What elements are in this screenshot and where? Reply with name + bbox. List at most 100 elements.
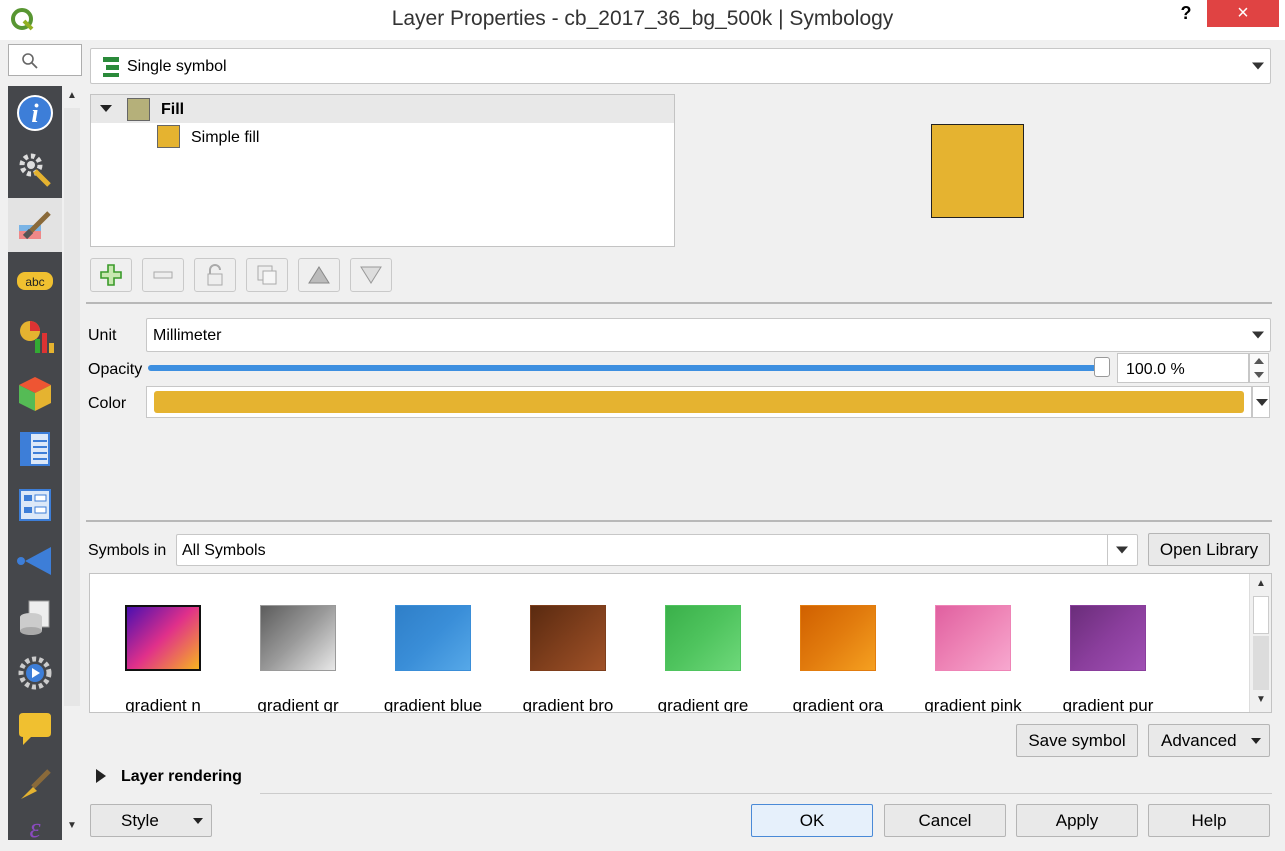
add-layer-button[interactable]: [90, 258, 132, 292]
chevron-down-icon: [1251, 738, 1261, 744]
advanced-label: Advanced: [1161, 730, 1237, 750]
duplicate-icon: [257, 265, 277, 285]
lock-layer-button[interactable]: [194, 258, 236, 292]
step-down-icon[interactable]: [1254, 372, 1264, 378]
chevron-down-icon: [1252, 331, 1264, 339]
diagram-icon: [20, 321, 54, 353]
nav-item-display[interactable]: [8, 702, 62, 756]
opacity-slider-fill: [148, 365, 1108, 371]
scroll-thumb[interactable]: [64, 108, 80, 706]
minus-icon: [153, 271, 173, 279]
advanced-button[interactable]: Advanced: [1148, 724, 1270, 757]
scroll-down-icon[interactable]: ▼: [1254, 694, 1268, 708]
nav-item-symbology[interactable]: [8, 198, 62, 252]
single-symbol-icon: [103, 57, 119, 77]
tree-row-fill[interactable]: Fill: [91, 95, 674, 123]
nav-item-information[interactable]: i: [8, 86, 62, 140]
expand-arrow-icon[interactable]: [100, 105, 112, 112]
scroll-thumb[interactable]: [1253, 596, 1269, 634]
nav-item-diagrams[interactable]: [8, 310, 62, 364]
symbol-swatch[interactable]: [800, 605, 876, 671]
nav-item-fields[interactable]: [8, 422, 62, 476]
opacity-spinbox[interactable]: 100.0 %: [1117, 353, 1249, 383]
chevron-down-icon: [1256, 399, 1268, 406]
close-button[interactable]: ×: [1207, 0, 1279, 27]
svg-text:ε: ε: [29, 814, 40, 840]
nav-item-joins[interactable]: [8, 534, 62, 588]
help-icon[interactable]: ?: [1172, 3, 1200, 27]
opacity-slider-track[interactable]: [148, 365, 1108, 371]
style-button[interactable]: Style: [90, 804, 212, 837]
remove-layer-button[interactable]: [142, 258, 184, 292]
nav-item-3d-view[interactable]: [8, 366, 62, 420]
duplicate-layer-button[interactable]: [246, 258, 288, 292]
symbols-in-label: Symbols in: [88, 542, 167, 559]
color-swatch: [154, 391, 1244, 413]
symbol-preview: [931, 124, 1024, 218]
form-icon: [19, 489, 51, 521]
symbol-label: gradient gr: [257, 696, 339, 713]
tree-label-simple-fill: Simple fill: [191, 129, 260, 146]
symbol-swatch[interactable]: [1070, 605, 1146, 671]
search-icon: [22, 53, 38, 69]
symbol-layer-tree[interactable]: Fill Simple fill: [90, 94, 675, 247]
symbol-swatch[interactable]: [530, 605, 606, 671]
triangle-down-icon: [360, 266, 382, 284]
symbol-swatch[interactable]: [935, 605, 1011, 671]
scroll-up-icon[interactable]: ▲: [65, 90, 79, 104]
unit-select[interactable]: Millimeter: [146, 318, 1271, 352]
move-down-button[interactable]: [350, 258, 392, 292]
move-up-button[interactable]: [298, 258, 340, 292]
symbol-swatch[interactable]: [260, 605, 336, 671]
save-symbol-button[interactable]: Save symbol: [1016, 724, 1138, 757]
color-menu-button[interactable]: [1252, 386, 1270, 418]
ok-button[interactable]: OK: [751, 804, 873, 837]
info-icon: i: [17, 95, 53, 131]
nav-sidebar: i abc ε: [8, 86, 62, 840]
nav-item-variables[interactable]: ε: [8, 814, 62, 840]
style-label: Style: [121, 810, 159, 830]
scroll-down-icon[interactable]: ▼: [65, 820, 79, 834]
renderer-select[interactable]: Single symbol: [90, 48, 1271, 84]
layer-rendering-header[interactable]: Layer rendering: [121, 768, 242, 786]
symbol-swatch[interactable]: [665, 605, 741, 671]
gear-tools-icon: [19, 153, 51, 187]
cube-icon: [19, 377, 51, 411]
opacity-slider-handle[interactable]: [1094, 357, 1110, 377]
symbol-list[interactable]: gradient n gradient gr gradient blue gradie…: [89, 573, 1272, 713]
opacity-stepper[interactable]: [1249, 353, 1269, 383]
svg-text:i: i: [31, 99, 39, 128]
expand-arrow-icon[interactable]: [96, 769, 106, 783]
symbol-swatch[interactable]: [125, 605, 201, 671]
open-library-button[interactable]: Open Library: [1148, 533, 1270, 566]
color-button[interactable]: [146, 386, 1252, 418]
nav-item-rendering[interactable]: [8, 758, 62, 812]
tree-row-simple-fill[interactable]: Simple fill: [91, 123, 674, 151]
chevron-down-icon: [1252, 62, 1264, 70]
tree-label-fill: Fill: [161, 101, 185, 118]
symbol-swatch[interactable]: [395, 605, 471, 671]
fields-table-icon: [20, 432, 50, 466]
nav-item-labels[interactable]: abc: [8, 254, 62, 308]
nav-scrollbar[interactable]: ▲ ▼: [62, 86, 82, 840]
nav-item-actions[interactable]: [8, 646, 62, 700]
opacity-value: 100.0 %: [1126, 361, 1185, 378]
symbol-label: gradient pink: [924, 696, 1022, 713]
color-label: Color: [88, 395, 127, 412]
nav-item-attributes-form[interactable]: [8, 478, 62, 532]
nav-search-input[interactable]: [8, 44, 82, 76]
nav-item-auxiliary-storage[interactable]: [8, 590, 62, 644]
apply-button[interactable]: Apply: [1016, 804, 1138, 837]
title-bar: Layer Properties - cb_2017_36_bg_500k | …: [0, 0, 1285, 40]
variables-icon: ε: [29, 814, 40, 840]
opacity-label: Opacity: [88, 361, 143, 378]
nav-item-source[interactable]: [8, 142, 62, 196]
fill-swatch: [127, 98, 150, 121]
symbol-label: gradient pur: [1062, 696, 1154, 713]
scroll-up-icon[interactable]: ▲: [1254, 578, 1268, 592]
help-button[interactable]: Help: [1148, 804, 1270, 837]
symbol-list-scrollbar[interactable]: ▲ ▼: [1249, 574, 1271, 712]
cancel-button[interactable]: Cancel: [884, 804, 1006, 837]
symbol-group-select[interactable]: All Symbols: [176, 534, 1138, 566]
step-up-icon[interactable]: [1254, 358, 1264, 364]
